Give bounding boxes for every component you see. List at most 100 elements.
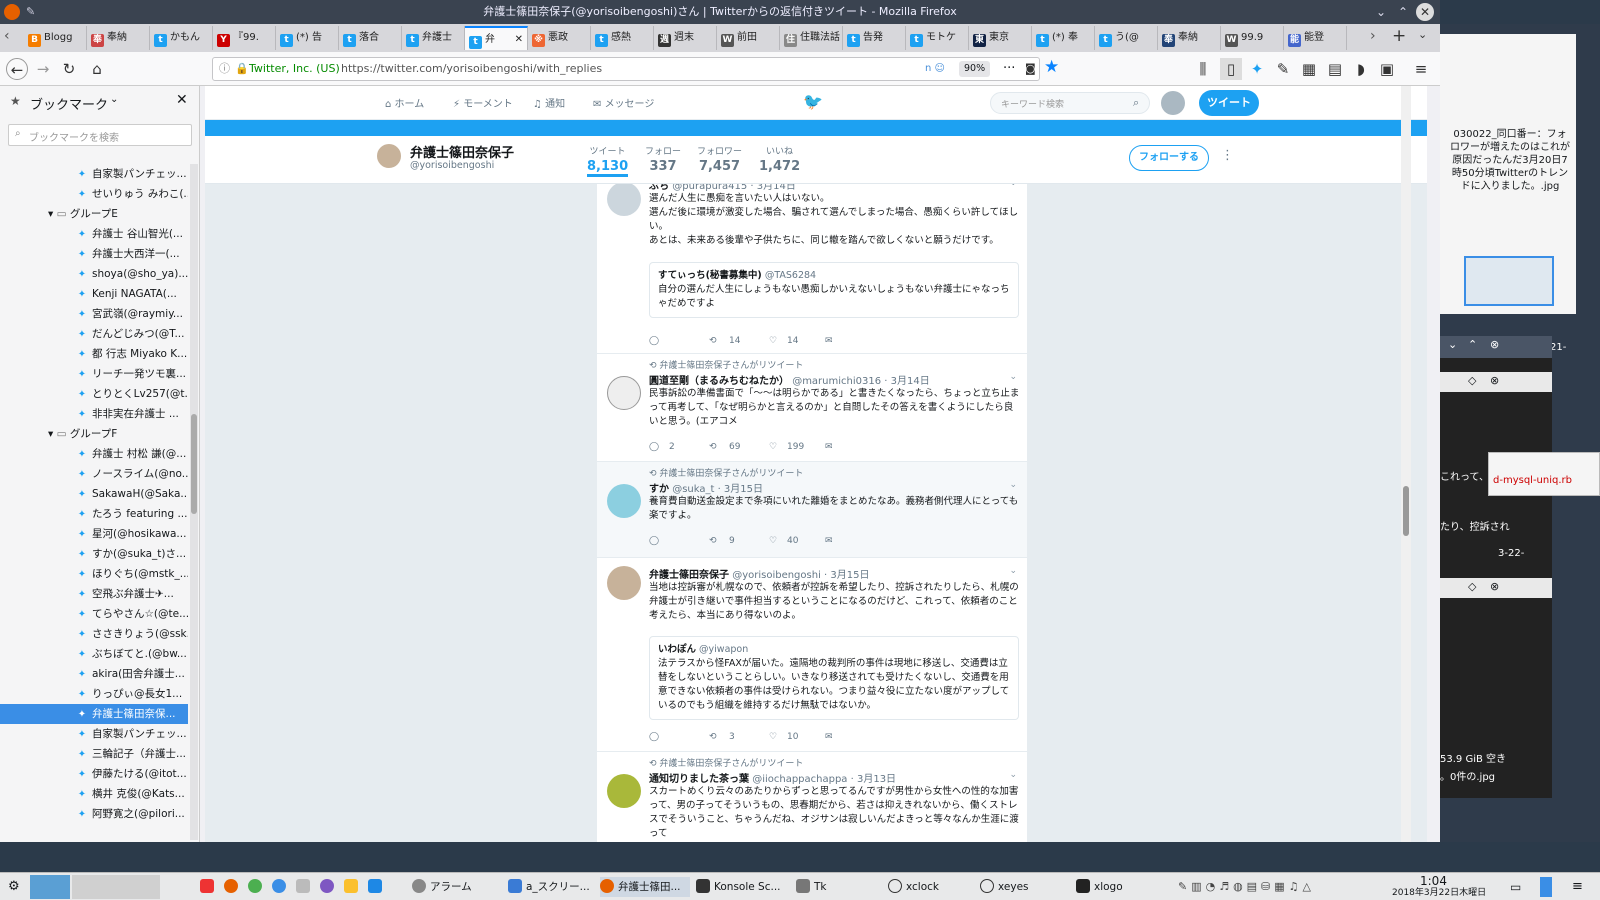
bookmark-item[interactable]: ✦ リーチ一発ツモ裏... <box>0 364 188 384</box>
chrome-icon[interactable] <box>248 877 266 897</box>
konsole-toolbar-close-icon[interactable]: ⊗ <box>1490 580 1499 593</box>
bookmark-item[interactable]: ✦ 弁護士 村松 謙(@... <box>0 444 188 464</box>
bookmark-item[interactable]: ✦ たろう featuring ... <box>0 504 188 524</box>
bookmark-item[interactable]: ✦ 横井 克俊(@Kats... <box>0 784 188 804</box>
page-actions-icon[interactable]: ··· <box>1003 58 1015 80</box>
browser-tab[interactable]: W 前田 <box>717 26 780 50</box>
reader-icon[interactable]: n ☺ <box>925 58 945 80</box>
like-icon[interactable]: ♡ <box>769 732 777 742</box>
bookmark-item[interactable]: ✦ すか(@suka_t)さ... <box>0 544 188 564</box>
tweet-avatar[interactable] <box>607 184 641 216</box>
chat-icon[interactable]: ◗ <box>1350 58 1372 80</box>
browser-tab[interactable]: 奉奉納 <box>1158 26 1221 50</box>
bookmark-item[interactable]: ✦ 阿野寛之(@pilori... <box>0 804 188 824</box>
twitter-search-input[interactable]: キーワード検索 ⌕ <box>990 92 1150 114</box>
bookmark-item[interactable]: ✦ 弁護士 谷山智光(... <box>0 224 188 244</box>
menu-icon[interactable]: ≡ <box>1410 58 1432 80</box>
folder-expand-icon[interactable]: ▾ <box>48 428 57 440</box>
emacs-icon[interactable] <box>320 877 338 897</box>
taskbar-item[interactable]: xeyes <box>980 877 1029 897</box>
all-tabs-icon[interactable]: ⌄ <box>1418 28 1427 41</box>
grid-icon[interactable]: ▦ <box>1298 58 1320 80</box>
window-list-icon[interactable]: ▭ <box>1510 877 1521 897</box>
back-icon[interactable]: ← <box>6 58 28 80</box>
profile-stat[interactable]: いいね 1,472 <box>759 144 800 174</box>
konsole-maximize-icon[interactable]: ⌃ <box>1468 338 1477 351</box>
profile-stat[interactable]: ツイート 8,130 <box>587 144 629 177</box>
browser-tab[interactable]: W 99.9 <box>1221 26 1284 50</box>
close-icon[interactable]: ✕ <box>1416 3 1434 21</box>
tweet-author-name[interactable]: 通知切りました茶っ葉 <box>649 774 749 785</box>
page-scroll-thumb[interactable] <box>1403 486 1409 536</box>
retweet-icon[interactable]: ⟲ <box>709 732 717 742</box>
tweet-item[interactable]: ぷち @purapura415 · 3月14日 ⌄ 選んだ人生に愚痴を言いたい人… <box>597 184 1027 354</box>
clipboard-icon[interactable]: ▣ <box>1376 58 1398 80</box>
tweet-avatar[interactable] <box>607 376 641 410</box>
dm-icon[interactable]: ✉ <box>825 536 833 546</box>
tab-scroll-left-icon[interactable]: ‹ <box>4 28 10 44</box>
home-icon[interactable]: ⌂ <box>86 58 108 80</box>
browser-tab[interactable]: t 感熱 <box>591 26 654 50</box>
browser-tab[interactable]: t 落合 <box>339 26 402 50</box>
like-icon[interactable]: ♡ <box>769 442 777 452</box>
sidebar-toggle-icon[interactable]: ▯ <box>1220 58 1242 80</box>
browser-tab[interactable]: t う(@ <box>1095 26 1158 50</box>
bookmark-item[interactable]: ✦ りっぴぃ@長女1... <box>0 684 188 704</box>
browser-tab[interactable]: 住住職法話 <box>780 26 843 50</box>
bookmark-search[interactable]: ⌕ ブックマークを検索 <box>8 124 192 146</box>
tweet-handle[interactable]: @yorisoibengoshi · 3月15日 <box>732 570 869 581</box>
profile-stat[interactable]: フォロワー 7,457 <box>697 144 742 174</box>
file-thumbnail[interactable] <box>1464 256 1554 306</box>
follow-button[interactable]: フォローする <box>1129 145 1209 171</box>
reply-icon[interactable]: ◯ <box>649 732 659 742</box>
browser-tab[interactable]: t 弁護士 <box>402 26 465 50</box>
bookmark-item[interactable]: ✦ 宮武嶺(@raymiy... <box>0 304 188 324</box>
browser-tab[interactable]: t 弁 ✕ <box>465 26 528 50</box>
tweet-avatar[interactable] <box>607 774 641 808</box>
browser-tab[interactable]: B Blogg <box>24 26 87 50</box>
bookmark-item[interactable]: ✦ ほりぐち(@mstk_... <box>0 564 188 584</box>
sidebar-dropdown-icon[interactable]: ⌄ <box>110 94 118 105</box>
url-text[interactable]: https://twitter.com/yorisoibengoshi/with… <box>341 58 602 80</box>
diamond-icon[interactable]: ◇ <box>1468 374 1476 387</box>
bookmark-item[interactable]: ✦ ぶちぼてと.(@bw... <box>0 644 188 664</box>
clock-time[interactable]: 1:04 <box>1420 874 1447 888</box>
globe-icon[interactable] <box>272 877 290 897</box>
site-identity[interactable]: Twitter, Inc. (US) <box>249 58 340 80</box>
url-bar[interactable]: ⓘ 🔒 Twitter, Inc. (US) https://twitter.c… <box>212 57 1040 81</box>
twitter-search-icon[interactable]: ⌕ <box>1133 96 1139 110</box>
folder-expand-icon[interactable]: ▾ <box>48 208 57 220</box>
twitter-bird-icon[interactable]: 🐦 <box>803 92 823 111</box>
sidebar-title[interactable]: ブックマーク <box>30 94 108 113</box>
taskbar-item[interactable]: アラーム <box>412 877 472 897</box>
tweet-menu-icon[interactable]: ⌄ <box>1009 372 1017 382</box>
bookmark-star-icon[interactable]: ★ <box>1044 57 1059 77</box>
tweet-menu-icon[interactable]: ⌄ <box>1009 480 1017 490</box>
sidebar-scrollbar[interactable] <box>190 164 198 840</box>
clock-date[interactable]: 2018年3月22日木曜日 <box>1392 887 1486 899</box>
sidebar-close-icon[interactable]: ✕ <box>176 92 188 108</box>
bookmark-item[interactable]: ✦ ノースライム(@no... <box>0 464 188 484</box>
bookmark-folder[interactable]: ▾ ▭ グループE <box>0 204 188 224</box>
bookmark-item[interactable]: ✦ 非非実在弁護士 ... <box>0 404 188 424</box>
like-icon[interactable]: ♡ <box>769 536 777 546</box>
bookmark-item[interactable]: ✦ 三輪記子（弁護士... <box>0 744 188 764</box>
reply-icon[interactable]: ◯ <box>649 442 659 452</box>
reload-icon[interactable]: ↻ <box>58 58 80 80</box>
konsole-toolbar-close-icon[interactable]: ⊗ <box>1490 374 1499 387</box>
bookmark-item[interactable]: ✦ shoya(@sho_ya)... <box>0 264 188 284</box>
browser-tab[interactable]: t モトケ <box>906 26 969 50</box>
bookmark-item[interactable]: ✦ だんどじみつ(@T... <box>0 324 188 344</box>
tweet-author-name[interactable]: 弁護士篠田奈保子 <box>649 570 729 581</box>
bookmark-item[interactable]: ✦ 星河(@hosikawa... <box>0 524 188 544</box>
bookmark-item[interactable]: ✦ SakawaH(@Saka... <box>0 484 188 504</box>
retweet-icon[interactable]: ⟲ <box>709 336 717 346</box>
dm-icon[interactable]: ✉ <box>825 732 833 742</box>
pager-icon[interactable] <box>1540 877 1552 897</box>
reply-icon[interactable]: ◯ <box>649 336 659 346</box>
new-tab-icon[interactable]: + <box>1392 26 1406 46</box>
virtual-desktop-2[interactable] <box>72 875 160 899</box>
browser-tab[interactable]: 東東京 <box>969 26 1032 50</box>
retweet-icon[interactable]: ⟲ <box>709 442 717 452</box>
forward-icon[interactable]: → <box>32 58 54 80</box>
